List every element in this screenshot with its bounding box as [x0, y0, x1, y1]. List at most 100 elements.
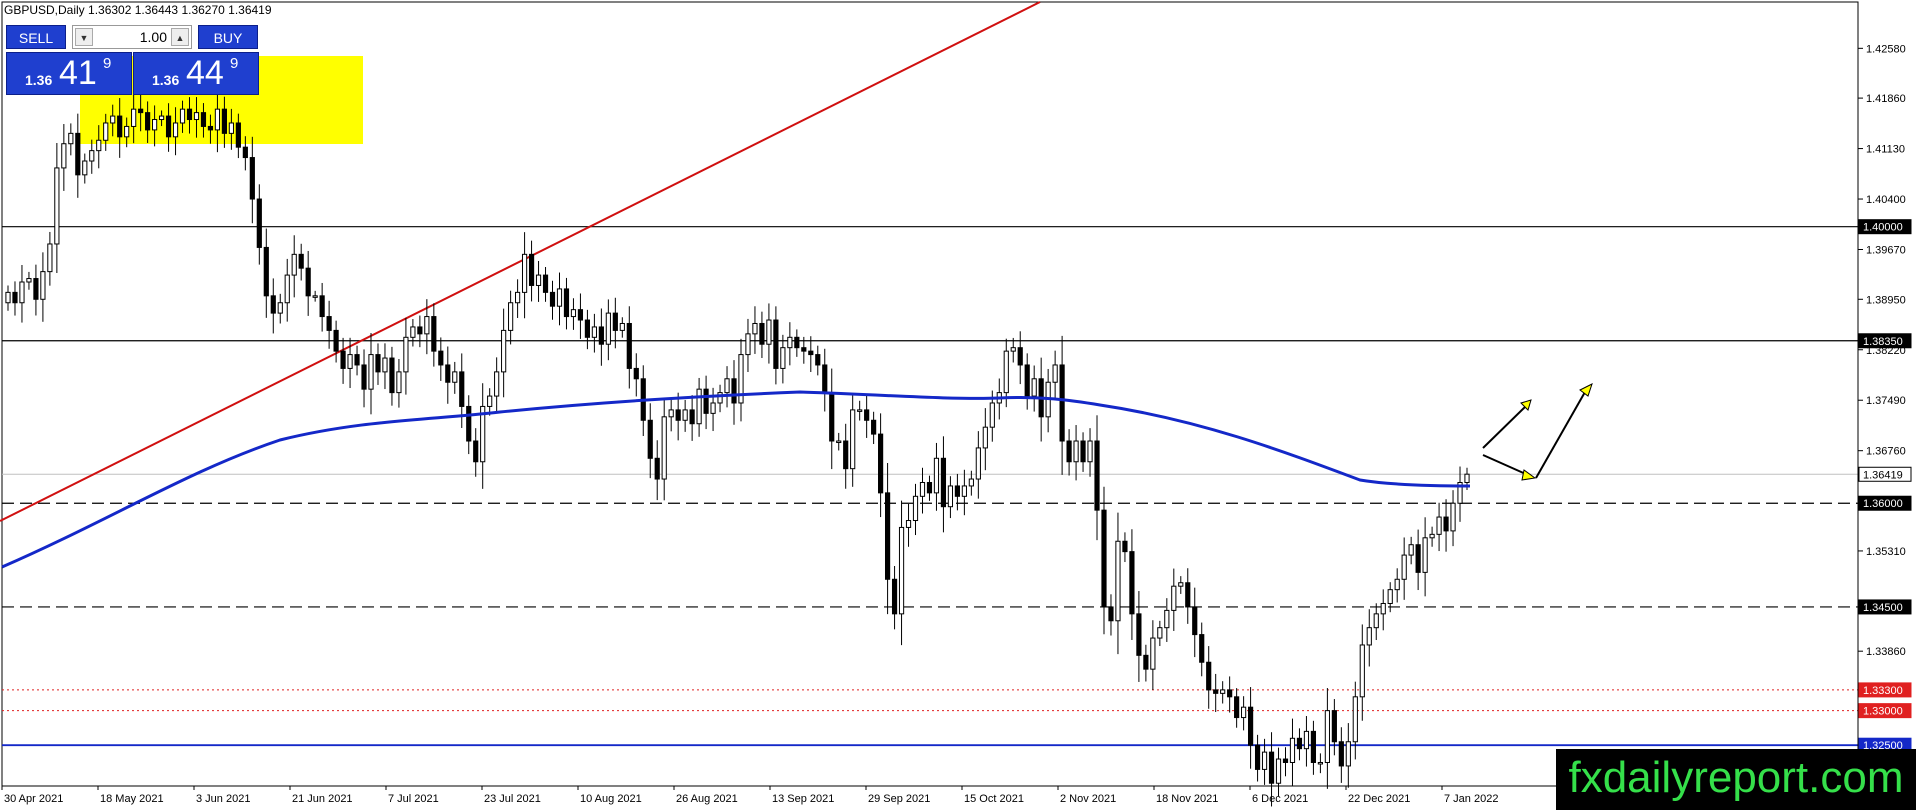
candle-body-145: [1017, 347, 1023, 366]
y-tick-label-4: 1.39670: [1866, 245, 1906, 257]
lot-increase-icon[interactable]: ▲: [171, 28, 189, 46]
candle-body-180: [1261, 751, 1268, 770]
candle-body-144: [1010, 347, 1016, 352]
x-tick-label-1: 18 May 2021: [100, 793, 164, 805]
candle-body-207: [1450, 502, 1456, 532]
candle-body-150: [1052, 364, 1058, 383]
x-tick-label-4: 7 Jul 2021: [388, 793, 439, 805]
sell-price-button[interactable]: 1.36 41 9: [6, 52, 132, 95]
candle-body-135: [947, 485, 954, 508]
x-tick-label-8: 13 Sep 2021: [772, 793, 834, 805]
price-chart[interactable]: 1.42580 1.41860 1.41130 1.40400 1.39670 1.389…: [0, 0, 1916, 810]
candle-body-124: [871, 419, 877, 435]
candle-body-82: [577, 309, 584, 321]
candle-body-43: [305, 267, 311, 297]
x-tick-label-2: 3 Jun 2021: [196, 793, 250, 805]
candle-body-63: [445, 364, 451, 383]
candle-body-146: [1024, 364, 1030, 397]
candle-body-128: [898, 526, 905, 615]
candle-body-8: [61, 143, 67, 169]
candle-body-107: [752, 322, 758, 335]
x-tick-label-13: 6 Dec 2021: [1252, 793, 1308, 805]
sell-price-fraction: 9: [103, 55, 112, 72]
candle-body-158: [1108, 606, 1114, 622]
candle-body-64: [452, 371, 458, 383]
candle-body-154: [1080, 440, 1086, 463]
candle-body-173: [1213, 689, 1219, 694]
candle-body-69: [487, 395, 493, 407]
candle-body-29: [207, 125, 214, 131]
candle-body-39: [277, 302, 283, 314]
candle-body-74: [521, 253, 528, 293]
lot-size-field[interactable]: ▼ 1.00 ▲: [72, 25, 192, 49]
candle-body-6: [47, 243, 53, 273]
candle-body-120: [843, 440, 849, 470]
candle-body-121: [850, 409, 856, 470]
candle-body-155: [1087, 440, 1093, 463]
candle-body-171: [1199, 634, 1205, 663]
candle-body-186: [1303, 730, 1310, 750]
candle-body-133: [933, 457, 940, 494]
candle-body-1: [12, 291, 18, 304]
buy-price-prefix: 1.36: [152, 72, 180, 88]
candle-body-177: [1241, 706, 1247, 719]
candle-body-118: [829, 392, 835, 442]
candle-body-50: [354, 354, 360, 366]
candle-body-195: [1366, 627, 1372, 646]
buy-price-button[interactable]: 1.36 44 9: [133, 52, 259, 95]
y-tick-label-0: 1.42580: [1866, 43, 1906, 55]
x-tick-label-7: 26 Aug 2021: [676, 793, 738, 805]
x-tick-label-6: 10 Aug 2021: [580, 793, 642, 805]
sell-price-pips: 41: [59, 54, 97, 92]
lot-decrease-icon[interactable]: ▼: [75, 28, 93, 46]
candle-body-209: [1464, 473, 1470, 483]
lot-size-value[interactable]: 1.00: [95, 26, 167, 48]
x-tick-label-5: 23 Jul 2021: [484, 793, 541, 805]
candle-body-141: [989, 402, 995, 428]
candle-body-79: [556, 288, 563, 307]
buy-button[interactable]: BUY: [198, 25, 258, 49]
candle-body-70: [494, 371, 500, 397]
candle-body-98: [689, 409, 695, 425]
candle-body-147: [1031, 378, 1037, 397]
candle-body-184: [1289, 737, 1296, 763]
candle-body-143: [1003, 350, 1009, 394]
candle-body-196: [1373, 613, 1379, 629]
candle-body-94: [661, 416, 667, 480]
candle-body-13: [96, 139, 102, 152]
candle-body-190: [1331, 710, 1337, 743]
one-click-trading-panel: SELL ▼ 1.00 ▲ BUY 1.36 41 9 1.36 44 9: [6, 25, 259, 95]
candle-body-194: [1359, 644, 1365, 698]
candle-body-122: [857, 409, 863, 412]
candle-body-191: [1338, 741, 1344, 767]
x-tick-label-9: 29 Sep 2021: [868, 793, 930, 805]
candle-body-153: [1073, 440, 1079, 463]
candle-body-192: [1345, 741, 1351, 767]
candle-body-4: [33, 278, 39, 300]
candle-body-181: [1268, 751, 1275, 784]
candle-body-80: [563, 288, 570, 318]
candle-body-72: [508, 302, 514, 331]
candle-body-73: [515, 291, 521, 304]
candle-body-52: [368, 354, 374, 390]
candle-body-185: [1296, 737, 1303, 750]
candle-body-96: [675, 409, 681, 421]
x-tick-label-0: 30 Apr 2021: [4, 793, 63, 805]
candle-body-198: [1387, 589, 1393, 604]
candle-body-111: [780, 347, 786, 369]
candle-body-88: [619, 322, 625, 331]
candle-body-42: [298, 253, 304, 269]
candle-body-182: [1275, 758, 1282, 784]
candle-body-58: [410, 326, 416, 338]
candle-body-86: [605, 312, 611, 345]
candle-body-51: [361, 364, 367, 390]
candle-body-114: [801, 347, 807, 352]
candle-body-174: [1220, 689, 1226, 694]
candle-body-22: [158, 115, 165, 121]
candle-body-178: [1247, 706, 1254, 746]
candle-body-132: [926, 481, 933, 494]
buy-price-pips: 44: [186, 54, 224, 92]
candle-body-156: [1094, 440, 1100, 511]
sell-button[interactable]: SELL: [6, 25, 66, 49]
candle-body-9: [68, 132, 74, 145]
